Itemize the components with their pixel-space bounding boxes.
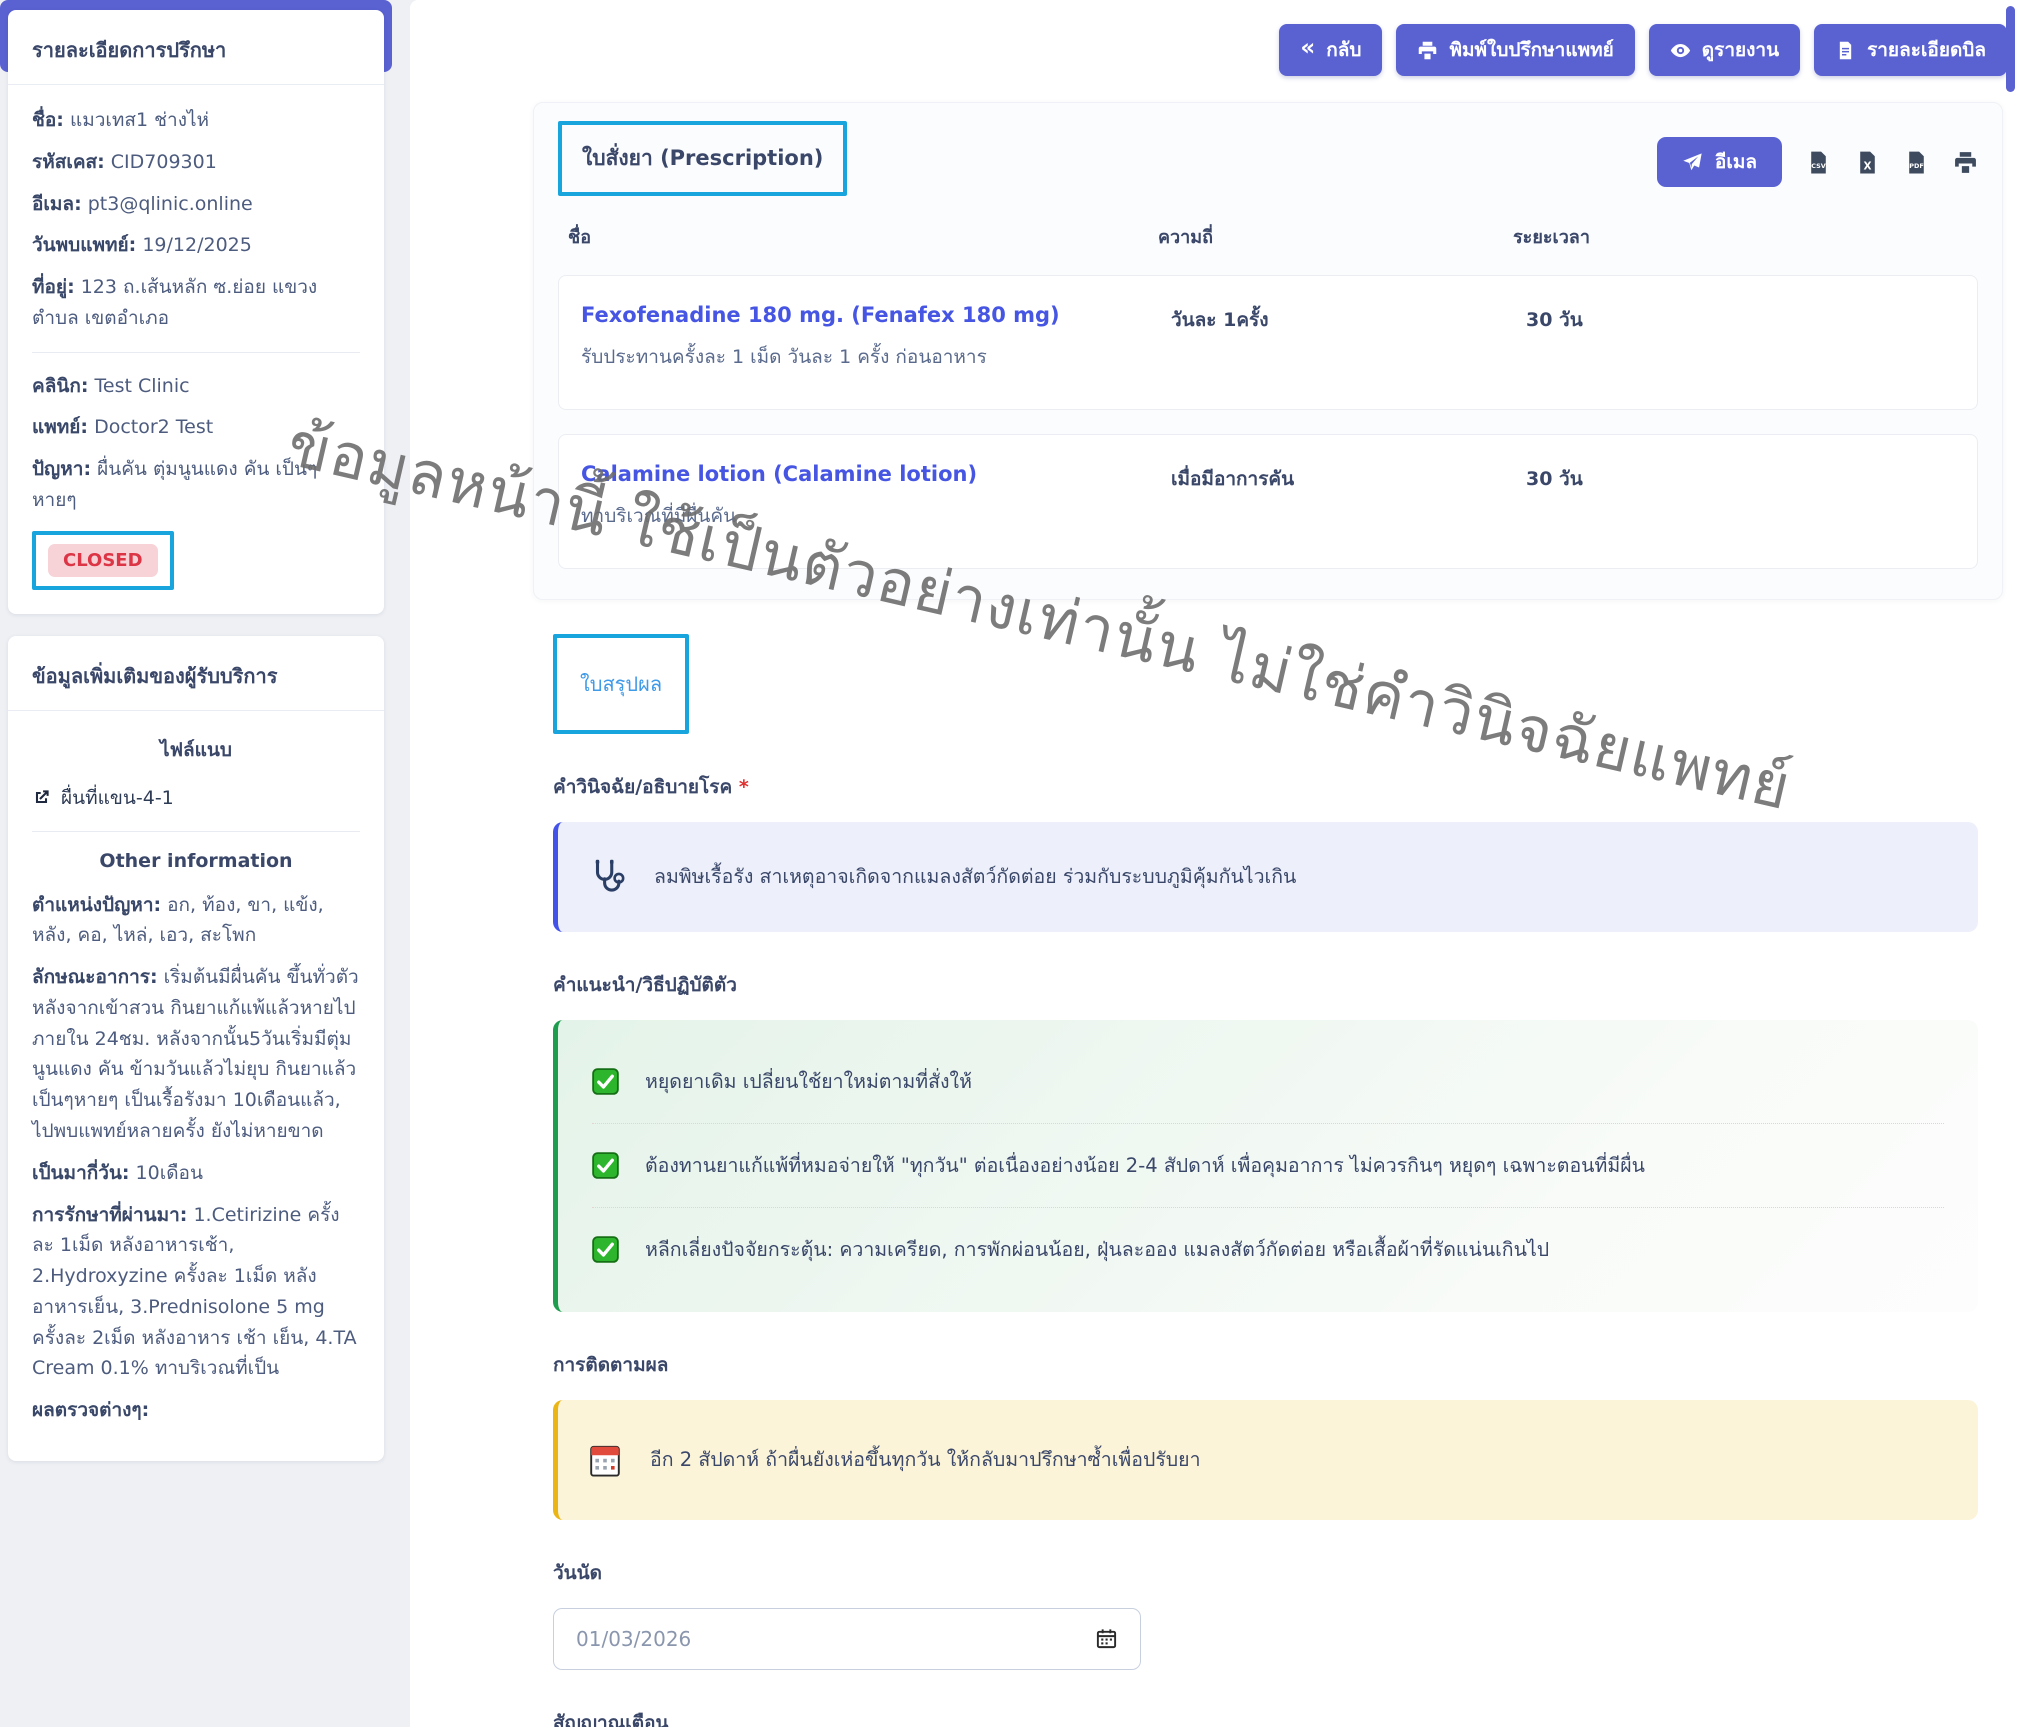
prescription-row: Fexofenadine 180 mg. (Fenafex 180 mg) รั… [558, 275, 1978, 410]
warning-heading: สัญญาณเตือน [553, 1708, 2003, 1727]
patient-field: รหัสเคส: CID709301 [32, 147, 360, 178]
advice-box: หยุดยาเดิม เปลี่ยนใช้ยาใหม่ตามที่สั่งให้… [553, 1020, 1978, 1312]
other-info-field: ผลตรวจต่างๆ: [32, 1395, 360, 1426]
other-info-field: เป็นมากี่วัน: 10เดือน [32, 1158, 360, 1189]
prescription-title-annotation-box: ใบสั่งยา (Prescription) [558, 121, 847, 196]
summary-tab[interactable]: ใบสรุปผล [580, 668, 662, 700]
other-info-field: ลักษณะอาการ: เริ่มต้นมีผื่นคัน ขึ้นทั่วต… [32, 962, 360, 1147]
printer-icon [1417, 40, 1438, 61]
advice-item: หยุดยาเดิม เปลี่ยนใช้ยาใหม่ตามที่สั่งให้ [592, 1040, 1944, 1123]
patient-field: ที่อยู่: 123 ถ.เส้นหลัก ซ.ย่อย แขวงตำบล … [32, 272, 360, 334]
medicine-instruction: ทาบริเวณที่มีผื่นคัน [581, 501, 1171, 531]
consultation-card-title: รายละเอียดการปรึกษา [8, 10, 384, 85]
other-info-field: ตำแหน่งปัญหา: อก, ท้อง, ขา, แข้ง, หลัง, … [32, 890, 360, 952]
appointment-date-input[interactable]: 01/03/2026 [553, 1608, 1141, 1670]
other-info-field: การรักษาที่ผ่านมา: 1.Cetirizine ครั้งละ … [32, 1200, 360, 1385]
patient-field: ชื่อ: แมวเทส1 ช่างไห่ [32, 105, 360, 136]
svg-text:X: X [1863, 160, 1871, 172]
medicine-name-link[interactable]: Calamine lotion (Calamine lotion) [581, 462, 1171, 486]
medicine-instruction: รับประทานครั้งละ 1 เม็ด วันละ 1 ครั้ง ก่… [581, 342, 1171, 372]
appointment-date-value: 01/03/2026 [576, 1627, 691, 1651]
email-button[interactable]: อีเมล [1657, 137, 1782, 187]
checked-checkbox-icon [592, 1152, 619, 1179]
stethoscope-icon [588, 858, 626, 896]
advice-heading: คำแนะนำ/วิธีปฏิบัติตัว [553, 970, 2003, 1000]
chevrons-left-icon: « [1300, 37, 1315, 60]
checked-checkbox-icon [592, 1068, 619, 1095]
column-name: ชื่อ [568, 222, 1158, 251]
medicine-frequency: วันละ 1ครั้ง [1171, 305, 1526, 335]
clinic-field: คลินิก: Test Clinic [32, 371, 360, 402]
vertical-scrollbar-thumb[interactable] [2006, 6, 2015, 92]
closed-status-annotation-box: CLOSED [32, 531, 174, 590]
follow-up-heading: การติดตามผล [553, 1350, 2003, 1380]
checked-checkbox-icon [592, 1236, 619, 1263]
back-button[interactable]: « กลับ [1279, 24, 1382, 76]
prescription-table-header: ชื่อ ความถี่ ระยะเวลา [558, 222, 1978, 251]
clinic-field: ปัญหา: ผื่นคัน ตุ่มนูนแดง คัน เป็นๆหายๆ [32, 454, 360, 516]
print-consultation-button[interactable]: พิมพ์ใบปรึกษาแพทย์ [1396, 24, 1634, 76]
clinic-field: แพทย์: Doctor2 Test [32, 412, 360, 443]
attachments-heading: ไฟล์แนบ [32, 735, 360, 765]
prescription-row: Calamine lotion (Calamine lotion) ทาบริเ… [558, 434, 1978, 569]
medicine-duration: 30 วัน [1526, 305, 1955, 335]
summary-tab-annotation-box: ใบสรุปผล [553, 634, 689, 734]
page: ข้อมูลหน้านี้ ใช้เป็นตัวอย่างเท่านั้น ไม… [0, 0, 2017, 1727]
export-csv-icon[interactable]: CSV [1806, 150, 1831, 175]
external-link-icon [32, 788, 51, 807]
prescription-panel: ใบสั่งยา (Prescription) อีเมล CSV X PDF [533, 102, 2003, 600]
medicine-frequency: เมื่อมีอาการคัน [1171, 464, 1526, 494]
main-content: « กลับ พิมพ์ใบปรึกษาแพทย์ ดูรายงาน รายละ… [410, 0, 2017, 1727]
print-prescription-icon[interactable] [1953, 150, 1978, 175]
calendar-icon [588, 1442, 622, 1478]
export-excel-icon[interactable]: X [1855, 150, 1880, 175]
svg-text:PDF: PDF [1909, 162, 1923, 170]
patient-field: วันพบแพทย์: 19/12/2025 [32, 230, 360, 261]
divider [32, 831, 360, 832]
diagnosis-text: ลมพิษเรื้อรัง สาเหตุอาจเกิดจากแมลงสัตว์ก… [654, 861, 1296, 892]
advice-item: หลีกเลี่ยงปัจจัยกระตุ้น: ความเครียด, การ… [592, 1207, 1944, 1291]
appointment-heading: วันนัด [553, 1558, 2003, 1588]
additional-info-title: ข้อมูลเพิ่มเติมของผู้รับบริการ [8, 636, 384, 711]
svg-text:CSV: CSV [1811, 162, 1825, 170]
send-icon [1682, 152, 1703, 173]
patient-field: อีเมล: pt3@qlinic.online [32, 189, 360, 220]
medicine-duration: 30 วัน [1526, 464, 1955, 494]
medicine-name-link[interactable]: Fexofenadine 180 mg. (Fenafex 180 mg) [581, 303, 1171, 327]
export-pdf-icon[interactable]: PDF [1904, 150, 1929, 175]
calendar-picker-icon[interactable] [1095, 1627, 1118, 1650]
additional-info-card: ข้อมูลเพิ่มเติมของผู้รับบริการ ไฟล์แนบ ผ… [8, 636, 384, 1461]
view-report-button[interactable]: ดูรายงาน [1649, 24, 1800, 76]
eye-icon [1670, 40, 1691, 61]
document-icon [1835, 40, 1856, 61]
prescription-actions: อีเมล CSV X PDF [1657, 137, 1978, 187]
sidebar: รายละเอียดการปรึกษา ชื่อ: แมวเทส1 ช่างไห… [0, 0, 392, 1727]
diagnosis-box: ลมพิษเรื้อรัง สาเหตุอาจเกิดจากแมลงสัตว์ก… [553, 822, 1978, 932]
follow-up-text: อีก 2 สัปดาห์ ถ้าผื่นยังเห่อขึ้นทุกวัน ใ… [650, 1444, 1201, 1475]
bill-details-button[interactable]: รายละเอียดบิล [1814, 24, 2007, 76]
divider [32, 352, 360, 353]
required-asterisk: * [739, 776, 749, 798]
other-information-heading: Other information [32, 850, 360, 872]
status-badge: CLOSED [48, 544, 158, 577]
diagnosis-heading: คำวินิจฉัย/อธิบายโรค * [553, 772, 2003, 802]
prescription-title: ใบสั่งยา (Prescription) [582, 142, 823, 175]
column-duration: ระยะเวลา [1513, 222, 1968, 251]
advice-item: ต้องทานยาแก้แพ้ที่หมอจ่ายให้ "ทุกวัน" ต่… [592, 1123, 1944, 1207]
column-frequency: ความถี่ [1158, 222, 1513, 251]
follow-up-box: อีก 2 สัปดาห์ ถ้าผื่นยังเห่อขึ้นทุกวัน ใ… [553, 1400, 1978, 1520]
consultation-details-card: รายละเอียดการปรึกษา ชื่อ: แมวเทส1 ช่างไห… [8, 10, 384, 614]
attachment-link[interactable]: ผื่นที่แขน-4-1 [32, 783, 360, 813]
toolbar: « กลับ พิมพ์ใบปรึกษาแพทย์ ดูรายงาน รายละ… [1279, 24, 2007, 76]
